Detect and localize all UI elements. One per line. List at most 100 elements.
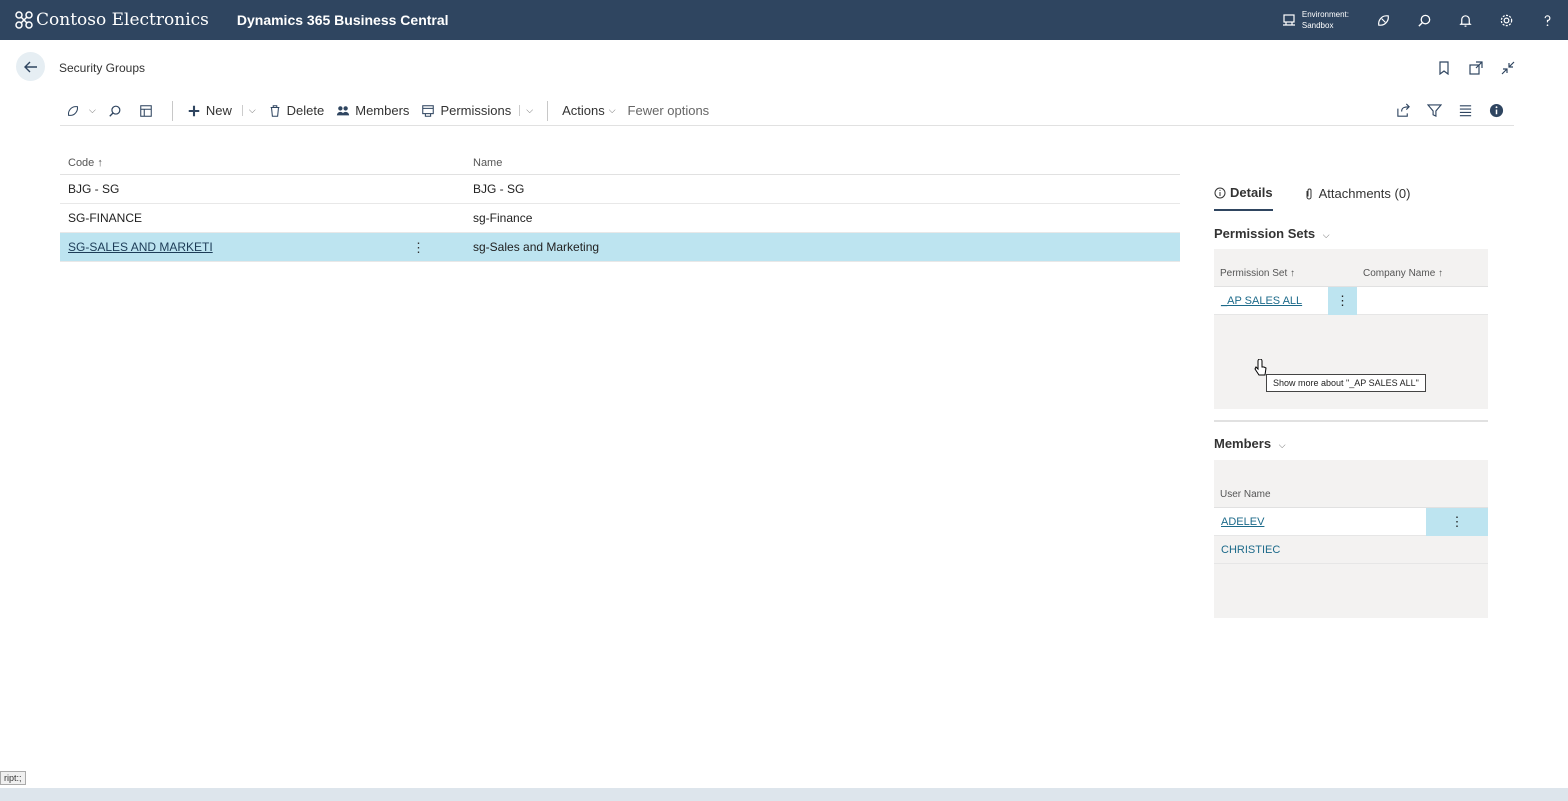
factbox-pane: Details Attachments (0) Permission Sets …: [1180, 175, 1514, 767]
members-label: Members: [355, 103, 410, 118]
fewer-options-label: Fewer options: [627, 103, 710, 118]
permission-sets-label: Permission Sets: [1214, 226, 1316, 241]
permissions-icon: [422, 104, 435, 117]
table-row[interactable]: SG-FINANCE sg-Finance: [60, 204, 1180, 233]
members-title[interactable]: Members ⌵: [1214, 436, 1286, 451]
collapse-icon[interactable]: [1500, 60, 1516, 76]
trash-icon: [270, 104, 280, 117]
name-cell: sg-Finance: [473, 211, 533, 225]
copilot-icon[interactable]: [1363, 0, 1404, 40]
user-link[interactable]: ADELEV: [1214, 516, 1264, 528]
new-label: New: [205, 103, 232, 118]
row-menu-icon[interactable]: ⋮: [412, 240, 425, 256]
bookmark-icon[interactable]: [1436, 60, 1452, 76]
taskbar: [0, 788, 1568, 801]
code-link[interactable]: SG-SALES AND MARKETI: [68, 240, 213, 254]
security-groups-list: Code ↑ Name BJG - SG BJG - SG SG-FINANCE…: [60, 152, 1180, 262]
chevron-down-icon[interactable]: ⌵: [241, 105, 256, 116]
divider: [1214, 420, 1488, 422]
actions-menu-button[interactable]: Actions ⌵: [556, 97, 621, 125]
permission-set-link[interactable]: _AP SALES ALL: [1214, 295, 1302, 307]
name-cell: sg-Sales and Marketing: [473, 240, 600, 254]
table-row-selected[interactable]: SG-SALES AND MARKETI ⋮ sg-Sales and Mark…: [60, 233, 1180, 262]
code-cell[interactable]: SG-FINANCE: [60, 211, 473, 225]
chevron-down-icon: ⌵: [1322, 230, 1330, 240]
members-button[interactable]: Members: [330, 97, 415, 125]
action-bar: ⌵ New ⌵ Delete Members Permissions ⌵ Act…: [60, 96, 1514, 126]
members-part: User Name ADELEV ⋮ CHRISTIEC: [1214, 460, 1488, 618]
edit-list-icon: [140, 104, 152, 117]
user-link[interactable]: CHRISTIEC: [1214, 544, 1280, 556]
list-item[interactable]: CHRISTIEC: [1214, 536, 1488, 564]
permissions-button[interactable]: Permissions ⌵: [415, 97, 539, 125]
list-item[interactable]: ADELEV ⋮: [1214, 508, 1488, 536]
column-header-name[interactable]: Name: [473, 157, 502, 169]
list-view-icon[interactable]: [1458, 103, 1473, 118]
row-menu-icon[interactable]: ⋮: [1426, 508, 1488, 536]
chevron-down-icon: ⌵: [1278, 440, 1286, 450]
members-header: User Name: [1214, 460, 1488, 508]
permission-sets-header: Permission Set ↑ Company Name ↑: [1214, 249, 1488, 287]
actions-label: Actions: [562, 103, 605, 118]
share-icon[interactable]: [1396, 103, 1411, 118]
list-item[interactable]: _AP SALES ALL ⋮: [1214, 287, 1488, 315]
tab-details-label: Details: [1230, 185, 1273, 200]
permission-sets-title[interactable]: Permission Sets ⌵: [1214, 226, 1330, 241]
status-bar: ript:;: [0, 767, 1568, 788]
edit-list-button[interactable]: [133, 97, 164, 125]
open-new-window-icon[interactable]: [1468, 60, 1484, 76]
search-icon[interactable]: [1404, 0, 1445, 40]
table-row[interactable]: BJG - SG BJG - SG: [60, 175, 1180, 204]
delete-button[interactable]: Delete: [262, 97, 331, 125]
tab-details[interactable]: Details: [1214, 185, 1273, 211]
info-icon[interactable]: [1489, 103, 1504, 118]
search-icon: [109, 105, 121, 117]
list-header: Code ↑ Name: [60, 152, 1180, 175]
environment-value: Sandbox: [1301, 21, 1334, 30]
search-button[interactable]: [102, 97, 133, 125]
tooltip: Show more about "_AP SALES ALL": [1266, 374, 1426, 392]
fewer-options-button[interactable]: Fewer options: [622, 97, 716, 125]
app-header: Contoso Electronics Dynamics 365 Busines…: [0, 0, 1568, 40]
gear-icon[interactable]: [1486, 0, 1527, 40]
copilot-menu-button[interactable]: ⌵: [60, 97, 102, 125]
page-container: Security Groups ⌵ New ⌵ Delete Members P…: [0, 40, 1568, 767]
name-cell: BJG - SG: [473, 182, 525, 196]
paperclip-icon: [1306, 188, 1312, 199]
column-header-company-name[interactable]: Company Name ↑: [1363, 268, 1443, 279]
status-text: ript:;: [0, 771, 26, 785]
environment-icon: [1282, 14, 1295, 26]
code-cell[interactable]: BJG - SG: [60, 182, 473, 196]
back-button[interactable]: [16, 52, 45, 81]
page-title: Security Groups: [59, 61, 146, 75]
help-icon[interactable]: [1527, 0, 1568, 40]
permissions-label: Permissions: [440, 103, 512, 118]
company-name: Contoso Electronics: [36, 10, 209, 30]
column-header-code[interactable]: Code ↑: [60, 157, 473, 169]
filter-icon[interactable]: [1427, 103, 1442, 118]
contoso-logo-icon: [15, 11, 33, 29]
arrow-left-icon: [23, 61, 37, 72]
bell-icon[interactable]: [1445, 0, 1486, 40]
members-part-label: Members: [1214, 436, 1272, 451]
copilot-icon: [67, 105, 79, 116]
column-header-permission-set[interactable]: Permission Set ↑: [1220, 268, 1363, 279]
info-icon: [1214, 187, 1226, 198]
new-button[interactable]: New ⌵: [181, 97, 262, 125]
environment-label: Environment:: [1301, 10, 1349, 19]
brand[interactable]: Contoso Electronics: [14, 10, 209, 30]
chevron-down-icon: ⌵: [89, 105, 96, 115]
tab-attachments-label: Attachments (0): [1318, 186, 1411, 201]
hand-cursor-icon: [1254, 359, 1267, 376]
tab-attachments[interactable]: Attachments (0): [1303, 185, 1411, 211]
environment-indicator[interactable]: Environment: Sandbox: [1282, 9, 1349, 31]
separator: [547, 100, 549, 121]
product-name: Dynamics 365 Business Central: [236, 12, 449, 28]
chevron-down-icon: ⌵: [608, 105, 616, 115]
plus-icon: [188, 105, 200, 116]
row-menu-icon[interactable]: ⋮: [1328, 287, 1357, 315]
chevron-down-icon[interactable]: ⌵: [519, 105, 533, 116]
delete-label: Delete: [286, 103, 325, 118]
column-header-user-name[interactable]: User Name: [1220, 489, 1271, 500]
people-icon: [337, 105, 350, 115]
